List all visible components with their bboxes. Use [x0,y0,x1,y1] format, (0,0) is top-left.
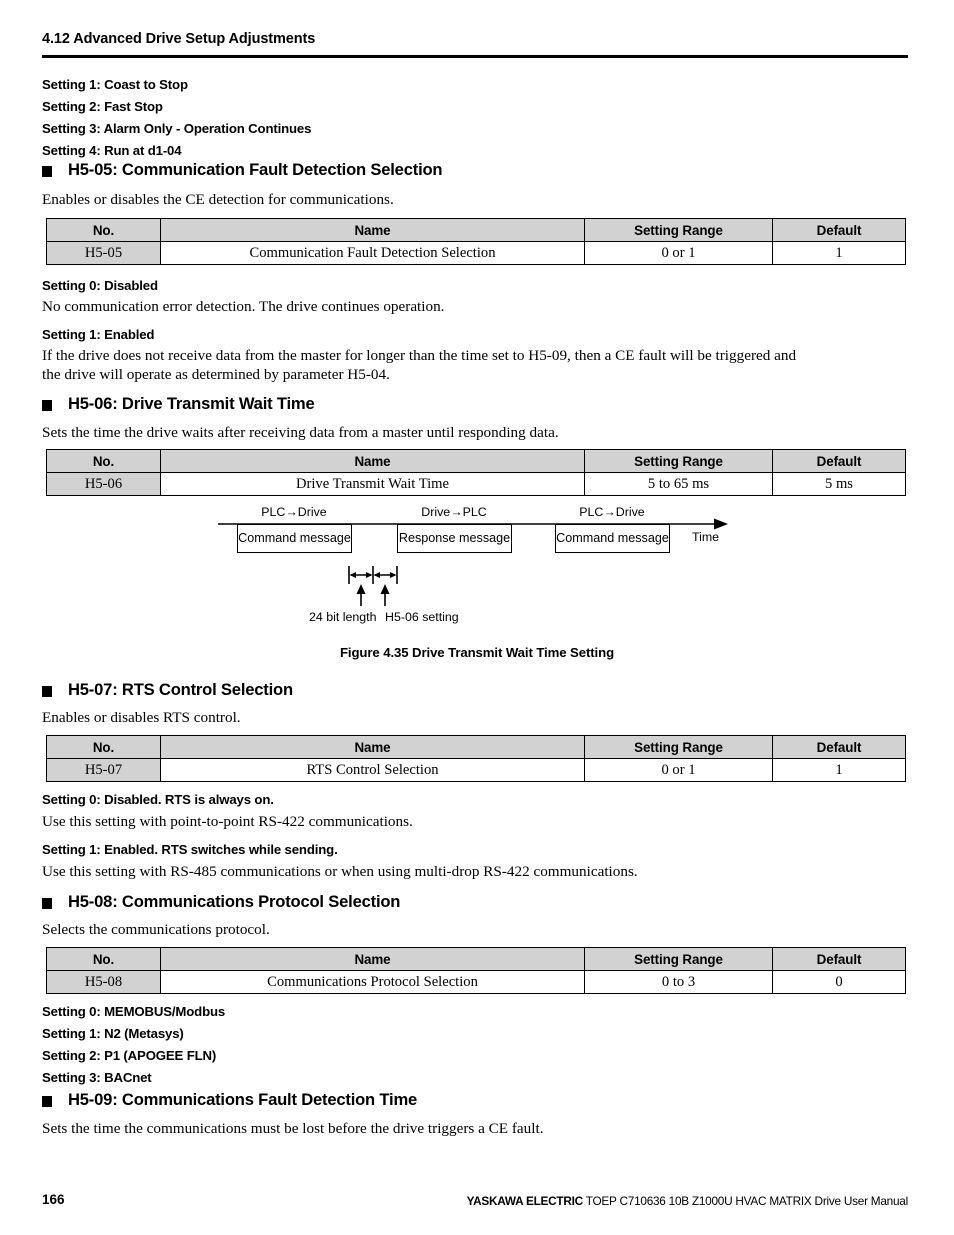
column-header-name: Name [160,449,585,473]
table-row: H5-05 Communication Fault Detection Sele… [46,241,906,265]
cell-parameter-no: H5-06 [46,472,161,496]
h5-05-setting1-body-line2: the drive will operate as determined by … [42,366,390,383]
cell-default: 0 [772,970,906,994]
running-header: 4.12 Advanced Drive Setup Adjustments [42,31,316,47]
section-heading-h5-06: H5-06: Drive Transmit Wait Time [68,394,315,413]
dimension-annotations [348,566,398,606]
h5-08-setting-line-0: Setting 0: MEMOBUS/Modbus [42,1004,226,1019]
table-header-row: No. Name Setting Range Default [46,218,906,242]
h5-07-setting0-head: Setting 0: Disabled. RTS is always on. [42,792,274,807]
table-header-row: No. Name Setting Range Default [46,947,906,971]
parameter-table-h5-08: No. Name Setting Range Default H5-08 Com… [46,947,906,994]
parameter-table-h5-06: No. Name Setting Range Default H5-06 Dri… [46,449,906,496]
figure-4-35-timing-diagram: PLC→Drive Drive→PLC PLC→Drive Command me… [0,498,954,668]
figure-caption: Figure 4.35 Drive Transmit Wait Time Set… [339,645,615,660]
parameter-table-h5-05: No. Name Setting Range Default H5-05 Com… [46,218,906,265]
section-bullet-icon [42,686,52,697]
column-header-no: No. [46,735,161,759]
intro-h5-08: Selects the communications protocol. [42,921,270,938]
dimension-label-h5-06-setting: H5-06 setting [385,610,459,624]
cell-default: 5 ms [772,472,906,496]
dimension-label-24-bit-length: 24 bit length [309,610,377,624]
cell-setting-range: 0 to 3 [584,970,773,994]
column-header-no: No. [46,947,161,971]
table-header-row: No. Name Setting Range Default [46,735,906,759]
cell-parameter-no: H5-08 [46,970,161,994]
column-header-range: Setting Range [584,218,773,242]
cell-parameter-no: H5-05 [46,241,161,265]
setting-line-4: Setting 4: Run at d1-04 [42,143,182,158]
column-header-default: Default [772,735,906,759]
h5-05-setting0-head: Setting 0: Disabled [42,278,158,293]
column-header-default: Default [772,947,906,971]
h5-08-setting-line-3: Setting 3: BACnet [42,1070,152,1085]
table-row: H5-06 Drive Transmit Wait Time 5 to 65 m… [46,472,906,496]
h5-05-setting0-body: No communication error detection. The dr… [42,298,445,315]
h5-07-setting0-body: Use this setting with point-to-point RS-… [42,813,413,830]
footer-manual-title: TOEP C710636 10B Z1000U HVAC MATRIX Driv… [582,1194,908,1208]
cell-parameter-no: H5-07 [46,758,161,782]
h5-07-setting1-head: Setting 1: Enabled. RTS switches while s… [42,842,338,857]
intro-h5-07: Enables or disables RTS control. [42,709,241,726]
h5-05-setting1-head: Setting 1: Enabled [42,327,155,342]
intro-h5-05: Enables or disables the CE detection for… [42,191,394,208]
footer-brand: YASKAWA ELECTRIC [466,1194,584,1208]
section-bullet-icon [42,898,52,909]
parameter-table-h5-07: No. Name Setting Range Default H5-07 RTS… [46,735,906,782]
cell-default: 1 [772,758,906,782]
header-rule [42,55,908,58]
section-heading-h5-08: H5-08: Communications Protocol Selection [68,892,401,911]
column-header-no: No. [46,218,161,242]
table-header-row: No. Name Setting Range Default [46,449,906,473]
column-header-name: Name [160,735,585,759]
manual-page: 4.12 Advanced Drive Setup Adjustments Se… [0,0,954,1235]
cell-parameter-name: Communication Fault Detection Selection [160,241,585,265]
section-heading-h5-07: H5-07: RTS Control Selection [68,680,293,699]
h5-05-setting1-body-line1: If the drive does not receive data from … [42,347,797,364]
cell-setting-range: 0 or 1 [584,241,773,265]
column-header-range: Setting Range [584,947,773,971]
cell-parameter-name: RTS Control Selection [160,758,585,782]
column-header-default: Default [772,449,906,473]
cell-setting-range: 0 or 1 [584,758,773,782]
column-header-name: Name [160,947,585,971]
column-header-no: No. [46,449,161,473]
intro-h5-09: Sets the time the communications must be… [42,1120,544,1137]
footer-manual-reference: YASKAWA ELECTRIC TOEP C710636 10B Z1000U… [466,1194,909,1208]
cell-parameter-name: Communications Protocol Selection [160,970,585,994]
table-row: H5-07 RTS Control Selection 0 or 1 1 [46,758,906,782]
column-header-range: Setting Range [584,449,773,473]
section-heading-h5-05: H5-05: Communication Fault Detection Sel… [68,160,443,179]
h5-07-setting1-body: Use this setting with RS-485 communicati… [42,863,638,880]
intro-h5-06: Sets the time the drive waits after rece… [42,424,559,441]
cell-default: 1 [772,241,906,265]
section-bullet-icon [42,166,52,177]
column-header-default: Default [772,218,906,242]
h5-08-setting-line-1: Setting 1: N2 (Metasys) [42,1026,184,1041]
column-header-name: Name [160,218,585,242]
cell-parameter-name: Drive Transmit Wait Time [160,472,585,496]
section-heading-h5-09: H5-09: Communications Fault Detection Ti… [68,1090,418,1109]
h5-08-setting-line-2: Setting 2: P1 (APOGEE FLN) [42,1048,217,1063]
section-bullet-icon [42,400,52,411]
cell-setting-range: 5 to 65 ms [584,472,773,496]
table-row: H5-08 Communications Protocol Selection … [46,970,906,994]
setting-line-2: Setting 2: Fast Stop [42,99,163,114]
column-header-range: Setting Range [584,735,773,759]
setting-line-3: Setting 3: Alarm Only - Operation Contin… [42,121,312,136]
setting-line-1: Setting 1: Coast to Stop [42,77,188,92]
section-bullet-icon [42,1096,52,1107]
page-number: 166 [42,1192,65,1207]
